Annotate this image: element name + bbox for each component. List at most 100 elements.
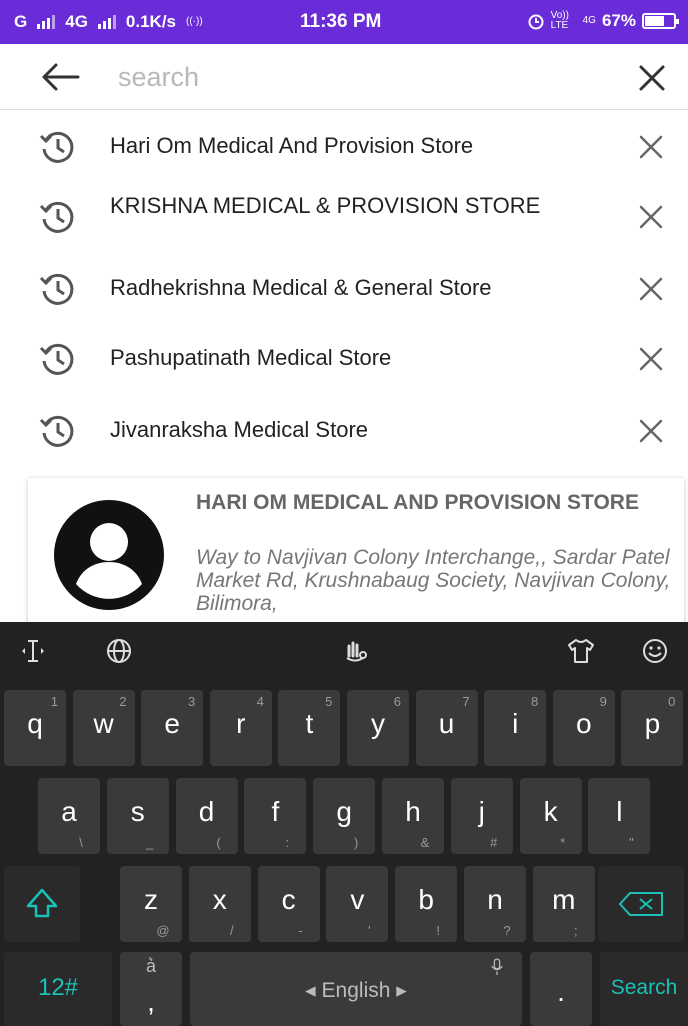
search-input[interactable]: [118, 58, 598, 96]
period-key[interactable]: .: [530, 952, 592, 1026]
key-f[interactable]: f:: [244, 778, 307, 854]
clear-search-icon[interactable]: [638, 64, 666, 92]
key-q[interactable]: q1: [4, 690, 66, 766]
key-s[interactable]: s _: [106, 778, 169, 854]
key-secondary-label: /: [229, 923, 234, 938]
key-secondary-label: _: [146, 835, 154, 850]
key-j[interactable]: j #: [450, 778, 513, 854]
key-c[interactable]: c-: [257, 866, 320, 942]
key-secondary-label: \: [79, 835, 83, 850]
key-secondary-label: (: [216, 835, 221, 850]
key-secondary-label: !: [436, 923, 440, 938]
history-item-label: Hari Om Medical And Provision Store: [110, 133, 474, 158]
key-secondary-label: 5: [325, 694, 333, 709]
hotspot-icon: ((·)): [186, 16, 203, 27]
key-x[interactable]: x /: [188, 866, 251, 942]
clock: 11:36 PM: [300, 11, 382, 32]
key-b[interactable]: b!: [395, 866, 458, 942]
key-secondary-label: 8: [530, 694, 539, 709]
key-secondary-label: ?: [503, 923, 511, 938]
space-key-label: ◂ English ▸: [305, 979, 407, 1002]
key-secondary-label: 3: [187, 694, 196, 709]
key-secondary-label: ": [629, 835, 634, 850]
space-key[interactable]: ◂ English ▸: [190, 952, 522, 1026]
history-item-label: Radhekrishna Medical & General Store: [110, 275, 492, 300]
history-item-label: KRISHNA MEDICAL & PROVISION STORE: [110, 193, 541, 218]
key-label: f: [271, 796, 280, 827]
key-l[interactable]: l ": [588, 778, 651, 854]
key-r[interactable]: r4: [209, 690, 272, 766]
key-z[interactable]: z @: [120, 866, 182, 942]
status-right: Vo)) LTE 4G 67%: [527, 11, 679, 31]
key-o[interactable]: o9: [552, 690, 615, 766]
remove-history-icon[interactable]: [638, 134, 664, 160]
key-p[interactable]: p0: [621, 690, 684, 766]
key-k[interactable]: k *: [519, 778, 582, 854]
history-item[interactable]: Jivanraksha Medical Store: [0, 408, 688, 456]
battery-percent: 67%: [601, 11, 636, 30]
result-title: HARI OM MEDICAL AND PROVISION STORE: [196, 491, 639, 514]
key-i[interactable]: i8: [484, 690, 547, 766]
key-w[interactable]: w2: [72, 690, 135, 766]
network-label-2: 4G: [582, 15, 596, 26]
remove-history-icon[interactable]: [638, 418, 664, 444]
shift-icon: [26, 888, 58, 918]
battery-icon: [642, 13, 679, 29]
remove-history-icon[interactable]: [638, 276, 664, 302]
symbols-key-label: 12#: [37, 974, 79, 1001]
microphone-icon: [491, 958, 503, 975]
key-secondary-label: ): [354, 835, 359, 850]
key-m[interactable]: m;: [532, 866, 595, 942]
gesture-icon[interactable]: [340, 636, 370, 666]
emoji-icon[interactable]: [640, 636, 670, 666]
key-secondary-label: 4: [256, 694, 264, 709]
history-item[interactable]: Radhekrishna Medical & General Store: [0, 266, 688, 314]
alarm-icon: [528, 14, 544, 30]
history-item[interactable]: Hari Om Medical And Provision Store: [0, 122, 688, 170]
key-label: e: [164, 708, 180, 739]
key-secondary-label: @: [156, 923, 170, 938]
history-item[interactable]: KRISHNA MEDICAL & PROVISION STORE: [0, 188, 688, 248]
cursor-icon[interactable]: [18, 636, 48, 666]
key-h[interactable]: h &: [382, 778, 444, 854]
key-n[interactable]: n?: [464, 866, 526, 942]
backspace-icon: [619, 892, 663, 916]
speed-label: 0.1K/s: [125, 12, 177, 31]
remove-history-icon[interactable]: [638, 346, 664, 372]
remove-history-icon[interactable]: [638, 204, 664, 230]
shift-key[interactable]: [4, 866, 80, 942]
key-d[interactable]: d(: [175, 778, 238, 854]
key-a[interactable]: a \: [38, 778, 100, 854]
key-e[interactable]: e3: [141, 690, 204, 766]
back-arrow-icon[interactable]: [40, 62, 80, 92]
theme-shirt-icon[interactable]: [566, 636, 596, 666]
key-secondary-label: -: [298, 923, 303, 938]
key-v[interactable]: v ': [326, 866, 389, 942]
history-icon: [39, 131, 74, 163]
key-label: m: [552, 884, 576, 915]
result-card[interactable]: HARI OM MEDICAL AND PROVISION STORE Way …: [28, 478, 684, 638]
key-secondary-label: #: [490, 835, 498, 850]
history-icon: [39, 415, 74, 447]
globe-icon[interactable]: [104, 636, 134, 666]
key-y[interactable]: y6: [347, 690, 409, 766]
key-u[interactable]: u7: [415, 690, 478, 766]
key-label: s: [130, 796, 145, 827]
symbols-key[interactable]: 12#: [4, 952, 112, 1026]
key-secondary-label: ': [368, 923, 371, 938]
key-g[interactable]: g): [313, 778, 376, 854]
key-label: t: [305, 708, 314, 739]
history-icon: [39, 201, 74, 233]
network-label: 4G: [65, 12, 88, 31]
backspace-key[interactable]: [598, 866, 684, 942]
comma-key[interactable]: a͛ ,: [120, 952, 182, 1026]
key-label: g: [336, 796, 352, 827]
key-label: i: [512, 708, 519, 739]
key-label: d: [198, 796, 215, 827]
key-label: h: [405, 796, 421, 827]
search-key[interactable]: Search: [600, 952, 688, 1026]
history-item[interactable]: Pashupatinath Medical Store: [0, 336, 688, 384]
key-label: w: [93, 708, 114, 739]
avatar-icon: [54, 500, 164, 610]
key-t[interactable]: t5: [278, 690, 341, 766]
